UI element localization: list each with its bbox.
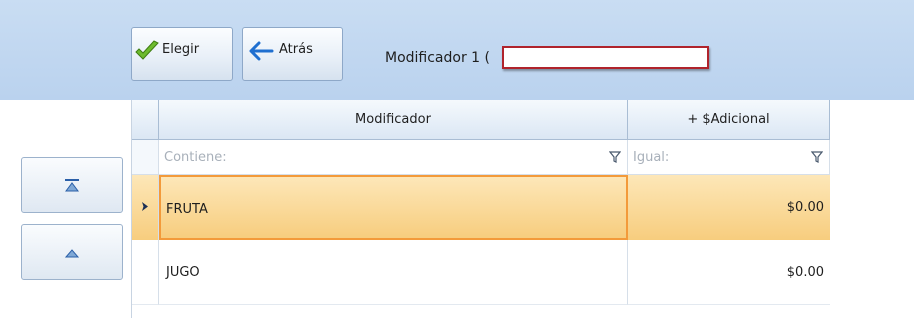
table-row-cell-modificador[interactable]: FRUTA bbox=[159, 175, 628, 240]
toolbar: Elegir Atrás Modificador 1 ( bbox=[0, 0, 914, 100]
move-up-button[interactable] bbox=[21, 224, 123, 280]
table-row-cell-adicional[interactable]: $0.00 bbox=[628, 240, 830, 305]
move-top-button[interactable] bbox=[21, 157, 123, 213]
row-indicator[interactable] bbox=[132, 240, 159, 305]
column-header-adicional[interactable]: + $Adicional bbox=[628, 100, 830, 140]
filter-modificador-placeholder: Contiene: bbox=[164, 150, 227, 165]
checkmark-icon bbox=[134, 40, 160, 66]
modifiers-grid: Modificador + $Adicional Contiene: Igual… bbox=[131, 100, 830, 318]
funnel-icon[interactable] bbox=[609, 151, 621, 163]
arrow-left-icon bbox=[248, 41, 274, 65]
header-indicator-cell bbox=[132, 100, 159, 140]
table-row-cell-adicional[interactable]: $0.00 bbox=[628, 175, 830, 240]
filter-adicional[interactable]: Igual: bbox=[628, 140, 830, 175]
row-indicator[interactable] bbox=[132, 175, 159, 240]
move-up-icon bbox=[64, 249, 80, 258]
table-row-cell-modificador[interactable]: JUGO bbox=[159, 240, 628, 305]
redacted-field bbox=[502, 46, 709, 69]
elegir-button[interactable]: Elegir bbox=[131, 27, 233, 81]
current-row-arrow-icon bbox=[142, 202, 148, 211]
elegir-label: Elegir bbox=[162, 42, 200, 57]
move-to-top-icon bbox=[65, 179, 79, 192]
atras-button[interactable]: Atrás bbox=[242, 27, 343, 81]
funnel-icon[interactable] bbox=[811, 151, 823, 163]
page-title: Modificador 1 ( bbox=[385, 50, 490, 66]
column-header-modificador[interactable]: Modificador bbox=[159, 100, 628, 140]
filter-indicator-cell bbox=[132, 140, 159, 175]
filter-adicional-placeholder: Igual: bbox=[633, 150, 670, 165]
atras-label: Atrás bbox=[279, 42, 313, 57]
filter-modificador[interactable]: Contiene: bbox=[159, 140, 628, 175]
